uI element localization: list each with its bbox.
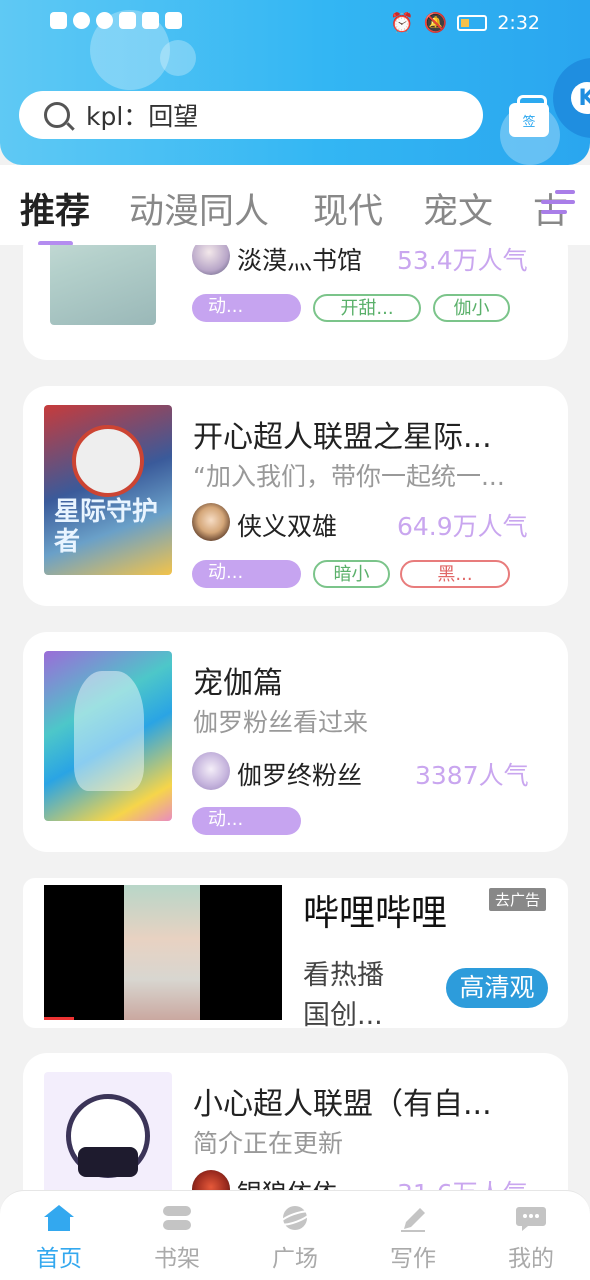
nav-label: 广场 <box>272 1246 318 1272</box>
ad-video[interactable] <box>44 885 282 1020</box>
tab-modern[interactable]: 现代 <box>313 183 383 234</box>
search-app-icon <box>142 12 159 29</box>
planet-icon <box>278 1206 312 1230</box>
bottom-nav: 首页 书架 广场 写作 我的 <box>0 1190 590 1280</box>
alarm-icon: ⏰ <box>389 12 414 34</box>
avatar <box>192 245 230 275</box>
genre-tag: 暗小 <box>313 560 390 588</box>
ad-close-button[interactable]: 去广告 <box>489 888 547 911</box>
book-cover <box>44 1072 172 1190</box>
tab-recommend[interactable]: 推荐 <box>20 183 90 234</box>
category-tabs: 推荐 动漫同人 现代 宠文 古 <box>0 165 590 246</box>
book-card[interactable]: 小心超人联盟（有自... 简介正在更新 银狼依依 31.6万人气 <box>23 1053 568 1190</box>
book-card[interactable]: 宠伽篇 伽罗粉丝看过来 伽罗终粉丝 3387人气 动... <box>23 632 568 852</box>
cloud-icon <box>165 12 182 29</box>
book-cover <box>44 651 172 821</box>
book-card[interactable]: 淡漠灬书馆 53.4万人气 动... 开甜... 伽小 <box>23 245 568 360</box>
nav-bookshelf[interactable]: 书架 <box>118 1191 236 1280</box>
video-progress <box>44 1017 74 1020</box>
cover-robot-visor <box>78 1147 138 1177</box>
ad-title: 哔哩哔哩 <box>303 893 448 934</box>
genre-tag: 动... <box>192 807 301 835</box>
nav-profile[interactable]: 我的 <box>472 1191 590 1280</box>
genre-tag: 动... <box>192 294 301 322</box>
book-cover <box>50 245 156 325</box>
book-cover: 星际守护者 <box>44 405 172 575</box>
search-icon <box>44 102 70 128</box>
corner-label: K <box>571 82 590 114</box>
cover-title: 星际守护者 <box>54 497 159 557</box>
avatar <box>192 1170 230 1190</box>
genre-tag: 动... <box>192 560 301 588</box>
author-name: 银狼依依 <box>237 1174 337 1190</box>
search-input[interactable]: kpl：回望 <box>19 91 483 139</box>
status-time: 2:32 <box>497 11 540 34</box>
author-name: 侠义双雄 <box>237 512 338 541</box>
book-title: 开心超人联盟之星际... <box>193 420 492 455</box>
nav-label: 写作 <box>390 1246 436 1272</box>
search-query: kpl：回望 <box>86 102 199 131</box>
chat-icon <box>516 1207 546 1231</box>
ad-video-frame <box>124 885 200 1020</box>
book-feed[interactable]: 淡漠灬书馆 53.4万人气 动... 开甜... 伽小 星际守护者 开心超人联盟… <box>0 245 590 1190</box>
author-name: 伽罗终粉丝 <box>237 761 363 790</box>
alert-icon <box>50 12 67 29</box>
nav-label: 书架 <box>154 1246 200 1272</box>
mute-icon: 🔕 <box>423 12 448 34</box>
avatar <box>192 503 230 541</box>
bookshelf-icon <box>163 1206 191 1230</box>
avatar <box>192 752 230 790</box>
home-icon <box>44 1205 74 1231</box>
nav-write[interactable]: 写作 <box>354 1191 472 1280</box>
popularity-count: 31.6万人气 <box>397 1174 528 1190</box>
nav-label: 首页 <box>36 1246 82 1272</box>
nav-label: 我的 <box>508 1246 554 1272</box>
app-header: ⏰ 🔕 2:32 kpl：回望 签 K <box>0 0 590 165</box>
status-bar: ⏰ 🔕 2:32 <box>0 0 590 46</box>
cloud-icon <box>119 12 136 29</box>
book-description: 伽罗粉丝看过来 <box>193 708 369 737</box>
book-title: 小心超人联盟（有自... <box>193 1087 492 1122</box>
genre-tag: 开甜... <box>313 294 421 322</box>
nav-square[interactable]: 广场 <box>236 1191 354 1280</box>
ad-description: 看热播 <box>303 960 384 991</box>
checkin-gift-button[interactable]: 签 <box>509 95 549 137</box>
nav-home[interactable]: 首页 <box>0 1191 118 1280</box>
tab-anime[interactable]: 动漫同人 <box>129 183 269 234</box>
book-title: 宠伽篇 <box>193 666 283 701</box>
wifi-icon <box>73 12 90 29</box>
gift-label: 签 <box>522 114 536 130</box>
book-description: 简介正在更新 <box>193 1129 344 1158</box>
battery-icon <box>457 14 488 31</box>
cover-robot-face <box>72 425 144 497</box>
pen-icon <box>401 1208 425 1232</box>
book-description: “加入我们，带你一起统一... <box>193 462 505 491</box>
genre-tag: 伽小 <box>433 294 510 322</box>
popularity-count: 64.9万人气 <box>397 512 528 541</box>
book-card[interactable]: 星际守护者 开心超人联盟之星际... “加入我们，带你一起统一... 侠义双雄 … <box>23 386 568 606</box>
tab-pet[interactable]: 宠文 <box>423 183 493 234</box>
ad-banner[interactable]: 哔哩哔哩 去广告 看热播 国创... 高清观 <box>23 878 568 1028</box>
genre-tag: 黑... <box>400 560 510 588</box>
ad-cta-button[interactable]: 高清观 <box>446 968 548 1008</box>
author-name: 淡漠灬书馆 <box>237 246 363 275</box>
ad-description: 国创... <box>303 1000 383 1028</box>
popularity-count: 3387人气 <box>415 761 529 790</box>
popularity-count: 53.4万人气 <box>397 246 528 275</box>
category-menu-icon[interactable] <box>541 186 575 220</box>
signal-icon <box>96 12 113 29</box>
cover-character <box>74 671 144 791</box>
